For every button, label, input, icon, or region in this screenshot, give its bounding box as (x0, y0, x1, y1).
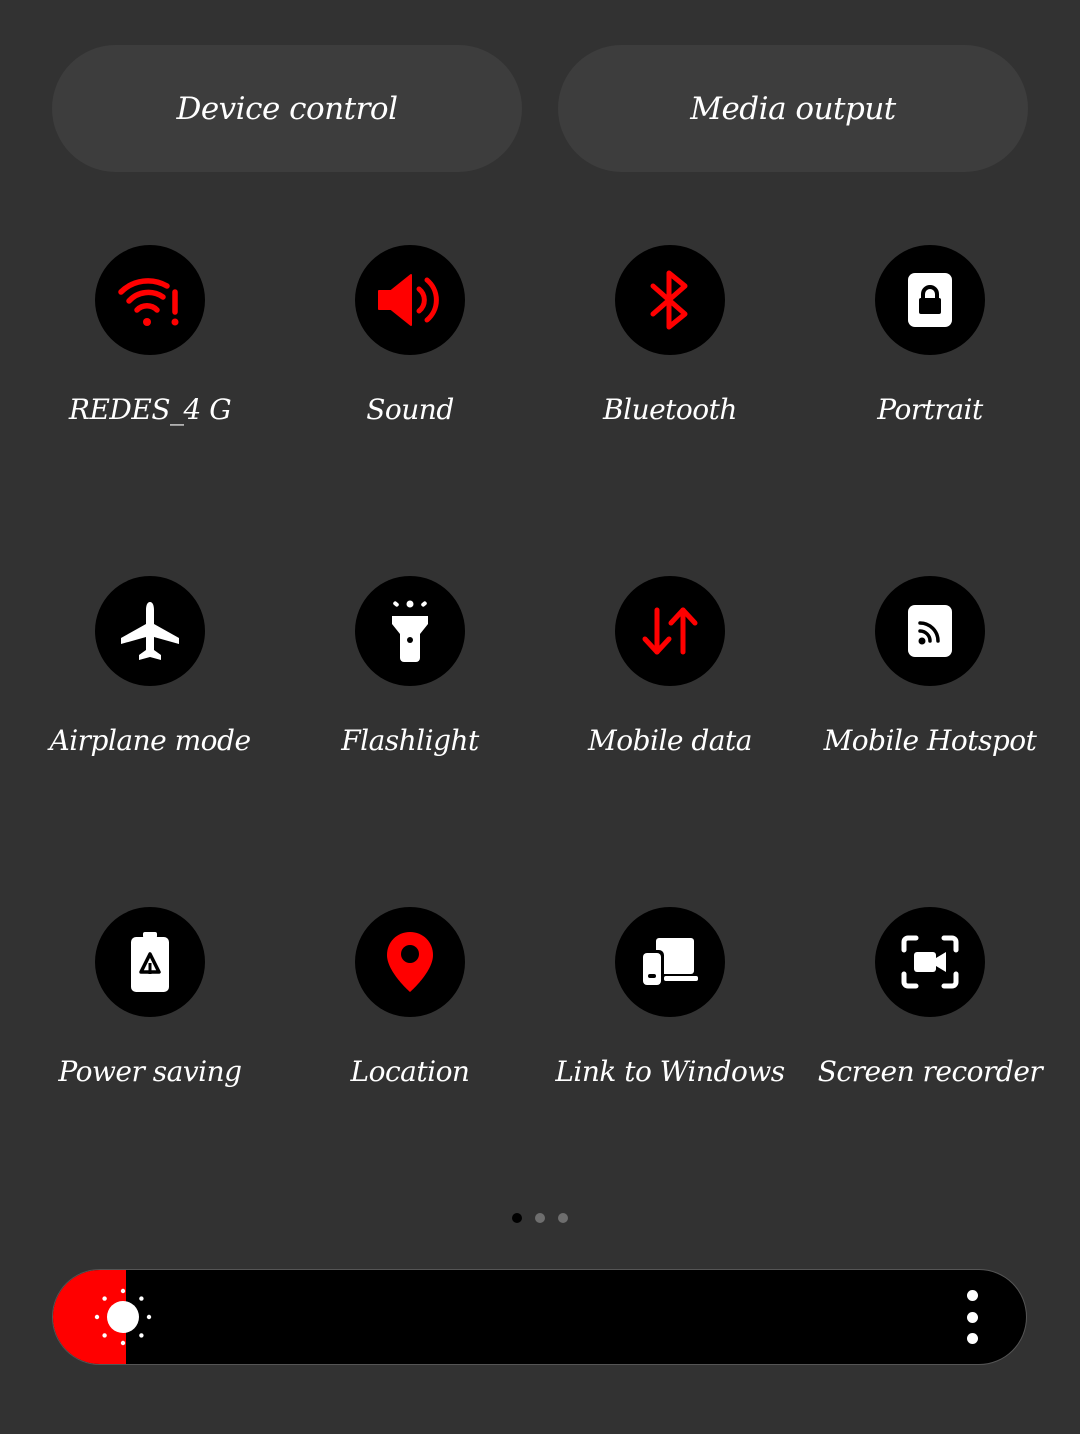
page-dot-3[interactable] (558, 1213, 568, 1223)
power-saving-icon (131, 932, 169, 992)
bluetooth-icon (650, 270, 688, 330)
page-dot-2[interactable] (535, 1213, 545, 1223)
tile-portrait-button[interactable] (875, 245, 985, 355)
rotation-lock-icon (908, 273, 952, 327)
tile-screen-recorder[interactable]: Screen recorder (800, 907, 1060, 1090)
brightness-slider[interactable] (53, 1270, 1026, 1364)
tile-sound-button[interactable] (355, 245, 465, 355)
wifi-alert-icon (118, 278, 179, 326)
volume-icon (378, 274, 439, 326)
more-options-icon[interactable] (954, 1290, 990, 1344)
tile-airplane[interactable]: Airplane mode (20, 576, 280, 759)
tile-hotspot-button[interactable] (875, 576, 985, 686)
mobile-data-icon (642, 607, 698, 655)
screen-recorder-icon (901, 935, 959, 989)
tile-location-button[interactable] (355, 907, 465, 1017)
page-dot-1[interactable] (512, 1213, 522, 1223)
tile-wifi-button[interactable] (95, 245, 205, 355)
tile-flashlight-button[interactable] (355, 576, 465, 686)
tile-bluetooth-label: Bluetooth (603, 393, 737, 426)
tile-flashlight[interactable]: Flashlight (280, 576, 540, 759)
tile-location-label: Location (350, 1055, 470, 1088)
brightness-sun-icon (94, 1288, 152, 1346)
tile-power-saving[interactable]: Power saving (20, 907, 280, 1090)
tile-hotspot-label: Mobile Hotspot (823, 724, 1037, 757)
tile-mobile-data-button[interactable] (615, 576, 725, 686)
tile-power-saving-button[interactable] (95, 907, 205, 1017)
tile-sound-label: Sound (366, 393, 454, 426)
tile-bluetooth[interactable]: Bluetooth (540, 245, 800, 428)
tile-flashlight-label: Flashlight (341, 724, 479, 757)
flashlight-icon (392, 600, 428, 662)
tile-wifi-label: REDES_4 G (68, 393, 232, 426)
tile-link-to-windows-button[interactable] (615, 907, 725, 1017)
link-to-windows-icon (640, 938, 698, 988)
tile-screen-recorder-button[interactable] (875, 907, 985, 1017)
tile-mobile-data-label: Mobile data (588, 724, 752, 757)
media-output-button[interactable]: Media output (558, 45, 1028, 172)
tile-airplane-button[interactable] (95, 576, 205, 686)
tile-location[interactable]: Location (280, 907, 540, 1090)
tile-power-saving-label: Power saving (58, 1055, 242, 1088)
airplane-icon (121, 602, 179, 660)
location-pin-icon (387, 932, 433, 992)
tile-portrait[interactable]: Portrait (800, 245, 1060, 428)
tile-bluetooth-button[interactable] (615, 245, 725, 355)
device-control-button[interactable]: Device control (52, 45, 522, 172)
device-control-label: Device control (176, 90, 398, 127)
tile-screen-recorder-label: Screen recorder (817, 1055, 1043, 1088)
tile-hotspot[interactable]: Mobile Hotspot (800, 576, 1060, 759)
page-indicator (0, 1213, 1080, 1223)
media-output-label: Media output (690, 90, 896, 127)
tile-link-to-windows[interactable]: Link to Windows (540, 907, 800, 1090)
tile-mobile-data[interactable]: Mobile data (540, 576, 800, 759)
tile-airplane-label: Airplane mode (49, 724, 251, 757)
tile-portrait-label: Portrait (877, 393, 983, 426)
hotspot-icon (908, 605, 952, 657)
tile-wifi[interactable]: REDES_4 G (20, 245, 280, 428)
tile-link-to-windows-label: Link to Windows (555, 1055, 785, 1088)
tile-sound[interactable]: Sound (280, 245, 540, 428)
